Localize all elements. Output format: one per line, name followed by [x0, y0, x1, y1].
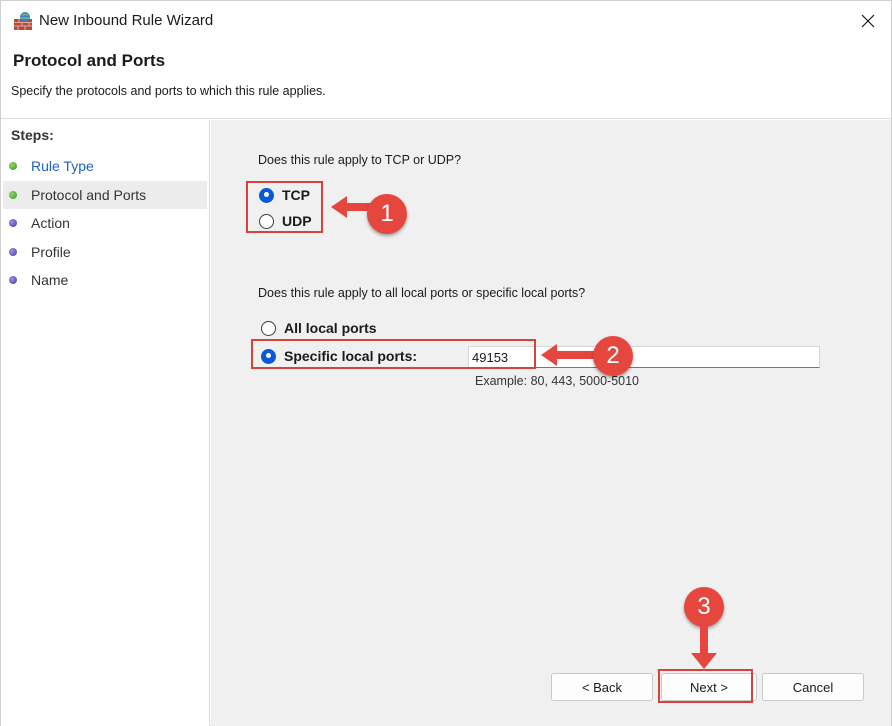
step-badge-2: 2 [593, 336, 633, 376]
step-badge-1: 1 [367, 194, 407, 234]
step-profile: Profile [3, 238, 207, 266]
step-action: Action [3, 209, 207, 237]
step-label: Profile [31, 244, 71, 260]
step-done-icon [9, 162, 17, 170]
steps-title: Steps: [11, 127, 54, 143]
step-protocol-and-ports[interactable]: Protocol and Ports [3, 181, 207, 209]
tcp-radio[interactable] [259, 187, 274, 203]
udp-radio[interactable] [259, 213, 274, 229]
step-label: Protocol and Ports [31, 187, 147, 203]
tcp-label: TCP [282, 187, 310, 203]
specific-ports-radio-option[interactable]: Specific local ports: [261, 348, 417, 364]
all-ports-radio[interactable] [261, 320, 276, 336]
window-title: New Inbound Rule Wizard [39, 12, 214, 29]
wizard-header: Protocol and Ports Specify the protocols… [1, 41, 891, 119]
specific-ports-radio[interactable] [261, 348, 276, 364]
step-pending-icon [9, 276, 17, 284]
step-label: Name [31, 272, 69, 288]
all-ports-radio-option[interactable]: All local ports [261, 320, 377, 336]
main-panel: Does this rule apply to TCP or UDP? TCP … [211, 120, 891, 726]
arrow-down-icon [691, 625, 717, 669]
step-pending-icon [9, 248, 17, 256]
arrow-left-icon [331, 196, 371, 218]
page-title: Protocol and Ports [13, 51, 166, 70]
ports-question: Does this rule apply to all local ports … [258, 286, 586, 300]
next-button[interactable]: Next > [661, 673, 757, 701]
specific-ports-label: Specific local ports: [284, 348, 418, 364]
all-ports-label: All local ports [284, 320, 377, 336]
step-label: Action [31, 215, 70, 231]
udp-radio-option[interactable]: UDP [259, 213, 312, 229]
back-button[interactable]: < Back [551, 673, 653, 701]
step-current-icon [9, 191, 17, 199]
step-name: Name [3, 266, 207, 294]
title-bar: New Inbound Rule Wizard [1, 1, 891, 41]
firewall-app-icon [14, 12, 32, 30]
step-label: Rule Type [31, 158, 94, 174]
close-button[interactable] [845, 1, 891, 41]
close-icon [861, 14, 875, 28]
page-subtitle: Specify the protocols and ports to which… [11, 84, 326, 98]
cancel-button[interactable]: Cancel [762, 673, 864, 701]
ports-example-text: Example: 80, 443, 5000-5010 [475, 374, 640, 388]
wizard-window: New Inbound Rule Wizard Protocol and Por… [0, 0, 892, 726]
arrow-left-icon [541, 344, 597, 366]
step-badge-3: 3 [684, 587, 724, 627]
step-rule-type[interactable]: Rule Type [3, 152, 207, 180]
steps-panel: Steps: Rule Type Protocol and Ports Acti… [1, 120, 210, 726]
step-pending-icon [9, 219, 17, 227]
protocol-question: Does this rule apply to TCP or UDP? [258, 153, 462, 167]
tcp-radio-option[interactable]: TCP [259, 187, 310, 203]
udp-label: UDP [282, 213, 312, 229]
specific-ports-input[interactable] [468, 346, 820, 368]
